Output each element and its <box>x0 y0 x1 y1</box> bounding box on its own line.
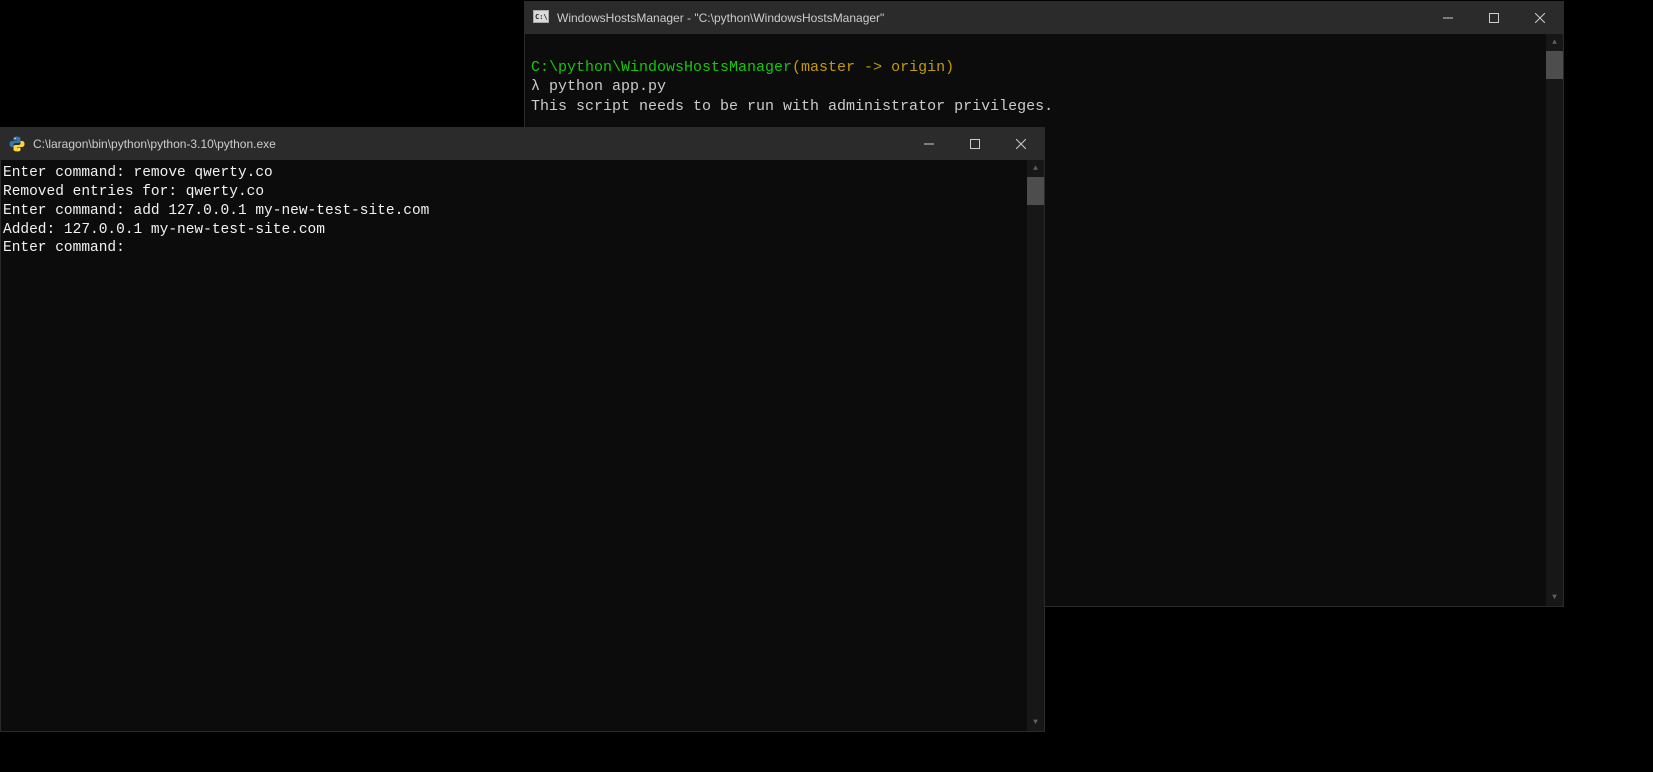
output-line: This script needs to be run with adminis… <box>531 97 1557 117</box>
cmder-window-controls <box>1425 2 1563 34</box>
python-icon <box>9 136 25 152</box>
prompt-branch: (master -> origin) <box>792 59 954 76</box>
python-terminal-body[interactable]: Enter command: remove qwerty.coRemoved e… <box>1 160 1044 731</box>
prompt-line: C:\python\WindowsHostsManager(master -> … <box>531 58 1557 78</box>
maximize-button[interactable] <box>1471 2 1517 34</box>
scrollbar-thumb[interactable] <box>1027 177 1044 205</box>
prompt-path: C:\python\WindowsHostsManager <box>531 59 792 76</box>
python-title-text: C:\laragon\bin\python\python-3.10\python… <box>33 137 276 151</box>
terminal-line: Added: 127.0.0.1 my-new-test-site.com <box>3 221 1042 240</box>
command-text: python app.py <box>549 78 666 95</box>
scrollbar-thumb[interactable] <box>1546 51 1563 79</box>
python-console-window: C:\laragon\bin\python\python-3.10\python… <box>0 127 1045 732</box>
scrollbar-up-icon[interactable]: ▲ <box>1546 34 1563 51</box>
terminal-line: Removed entries for: qwerty.co <box>3 183 1042 202</box>
close-button[interactable] <box>998 128 1044 160</box>
scrollbar-up-icon[interactable]: ▲ <box>1027 160 1044 177</box>
minimize-button[interactable] <box>1425 2 1471 34</box>
python-scrollbar[interactable]: ▲ ▼ <box>1027 160 1044 731</box>
python-titlebar[interactable]: C:\laragon\bin\python\python-3.10\python… <box>1 128 1044 160</box>
maximize-button[interactable] <box>952 128 998 160</box>
scrollbar-down-icon[interactable]: ▼ <box>1546 589 1563 606</box>
terminal-line <box>531 38 1557 58</box>
terminal-line: Enter command: add 127.0.0.1 my-new-test… <box>3 202 1042 221</box>
lambda-symbol: λ <box>531 78 540 95</box>
command-line: λ python app.py <box>531 77 1557 97</box>
python-window-controls <box>906 128 1044 160</box>
cmder-titlebar[interactable]: C:\ WindowsHostsManager - "C:\python\Win… <box>525 2 1563 34</box>
terminal-line: Enter command: remove qwerty.co <box>3 164 1042 183</box>
minimize-button[interactable] <box>906 128 952 160</box>
cmder-title-text: WindowsHostsManager - "C:\python\Windows… <box>557 11 884 25</box>
terminal-line: Enter command: <box>3 239 1042 258</box>
cmd-icon: C:\ <box>533 10 549 26</box>
close-button[interactable] <box>1517 2 1563 34</box>
scrollbar-down-icon[interactable]: ▼ <box>1027 714 1044 731</box>
cmder-scrollbar[interactable]: ▲ ▼ <box>1546 34 1563 606</box>
